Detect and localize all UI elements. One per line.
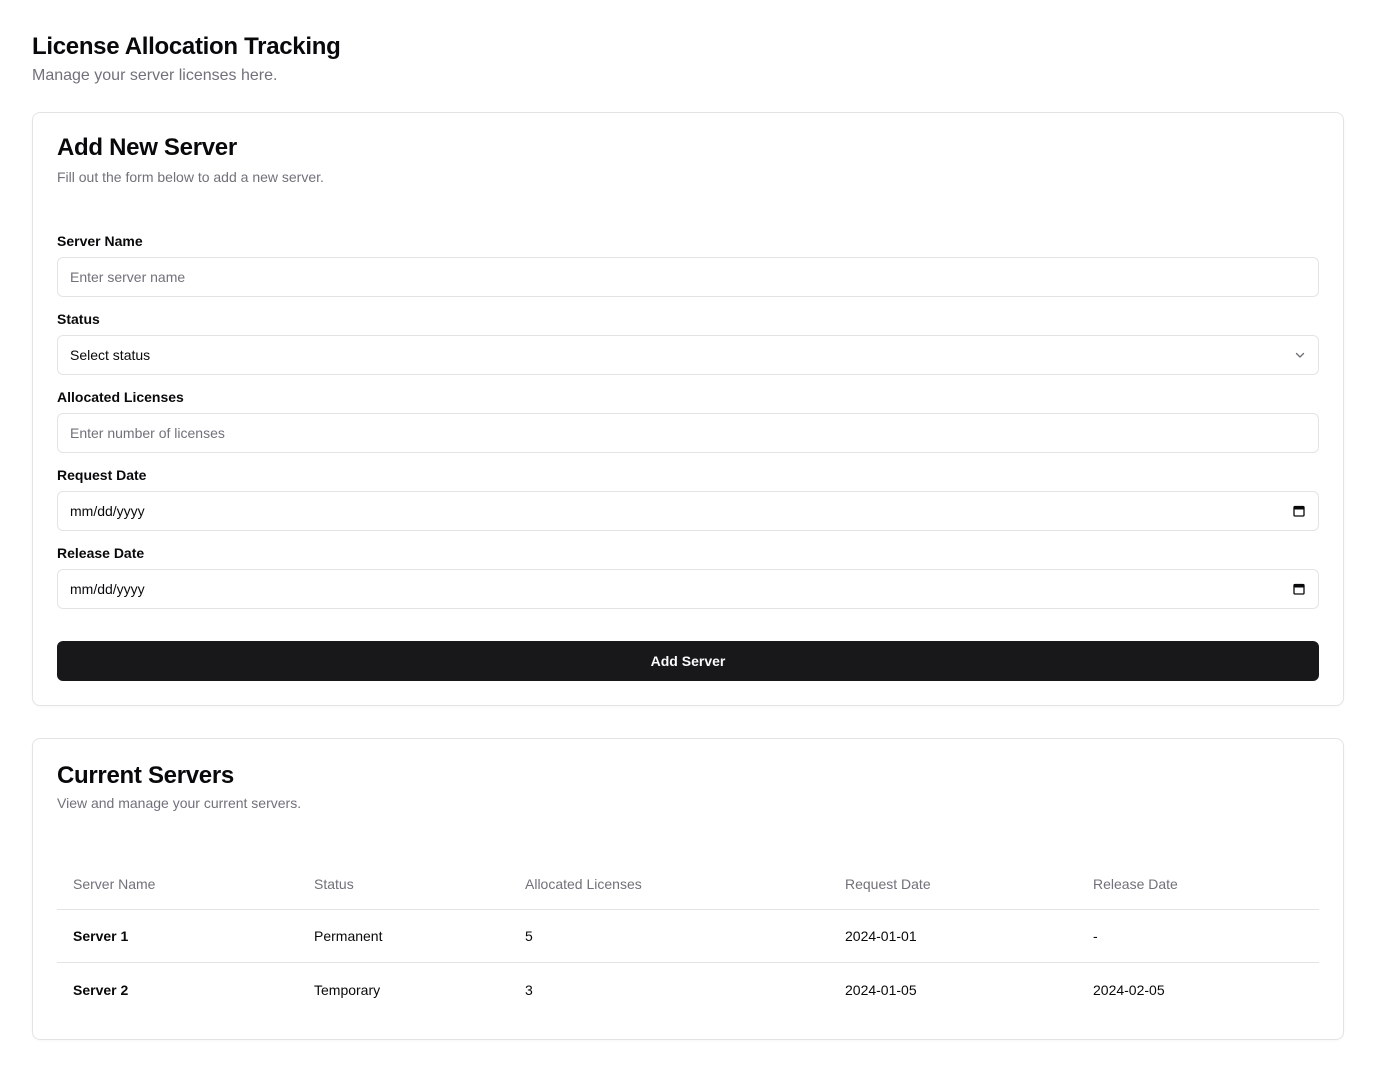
server-name-input[interactable] [70, 258, 1306, 296]
allocated-licenses-label: Allocated Licenses [57, 389, 184, 405]
page-header: License Allocation Tracking Manage your … [32, 30, 341, 88]
table-row[interactable]: Server 1 Permanent 5 2024-01-01 - [57, 910, 1319, 963]
request-date-input[interactable]: mm/dd/yyyy [57, 491, 1319, 531]
current-servers-title: Current Servers [57, 762, 234, 789]
column-header-release-date: Release Date [1093, 876, 1178, 892]
page-title: License Allocation Tracking [32, 33, 341, 60]
status-label: Status [57, 311, 100, 327]
allocated-licenses-field[interactable] [57, 413, 1319, 453]
calendar-icon[interactable] [1292, 504, 1306, 518]
current-servers-card: Current Servers View and manage your cur… [32, 738, 1344, 1040]
allocated-licenses-cell: 3 [525, 981, 533, 998]
request-date-label: Request Date [57, 467, 147, 483]
add-server-card: Add New Server Fill out the form below t… [32, 112, 1344, 706]
servers-table: Server Name Status Allocated Licenses Re… [57, 859, 1319, 1016]
release-date-label: Release Date [57, 545, 145, 561]
table-header-row: Server Name Status Allocated Licenses Re… [57, 859, 1319, 910]
status-cell: Permanent [314, 928, 383, 944]
server-name-field[interactable] [57, 257, 1319, 297]
status-select-value: Select status [70, 347, 151, 363]
allocated-licenses-input[interactable] [70, 414, 1306, 452]
column-header-allocated-licenses: Allocated Licenses [525, 876, 642, 892]
server-name-cell: Server 1 [73, 928, 129, 944]
add-server-button[interactable]: Add Server [57, 641, 1319, 681]
release-date-cell: - [1093, 928, 1098, 944]
server-name-label: Server Name [57, 233, 143, 249]
server-name-cell: Server 2 [73, 981, 129, 998]
column-header-request-date: Request Date [845, 876, 931, 892]
column-header-server-name: Server Name [73, 876, 156, 892]
table-row[interactable]: Server 2 Temporary 3 2024-01-05 2024-02-… [57, 963, 1319, 1016]
current-servers-description: View and manage your current servers. [57, 795, 302, 811]
calendar-icon[interactable] [1292, 582, 1306, 596]
release-date-cell: 2024-02-05 [1093, 981, 1165, 998]
allocated-licenses-cell: 5 [525, 928, 533, 944]
page-subtitle: Manage your server licenses here. [32, 67, 278, 84]
request-date-value: mm/dd/yyyy [70, 503, 145, 519]
status-cell: Temporary [314, 981, 381, 998]
release-date-value: mm/dd/yyyy [70, 581, 145, 597]
add-server-description: Fill out the form below to add a new ser… [57, 169, 324, 185]
request-date-cell: 2024-01-05 [845, 981, 917, 998]
column-header-status: Status [314, 876, 354, 892]
add-server-title: Add New Server [57, 134, 237, 161]
release-date-input[interactable]: mm/dd/yyyy [57, 569, 1319, 609]
chevron-down-icon [1294, 349, 1306, 361]
request-date-cell: 2024-01-01 [845, 928, 917, 944]
status-select[interactable]: Select status [57, 335, 1319, 375]
